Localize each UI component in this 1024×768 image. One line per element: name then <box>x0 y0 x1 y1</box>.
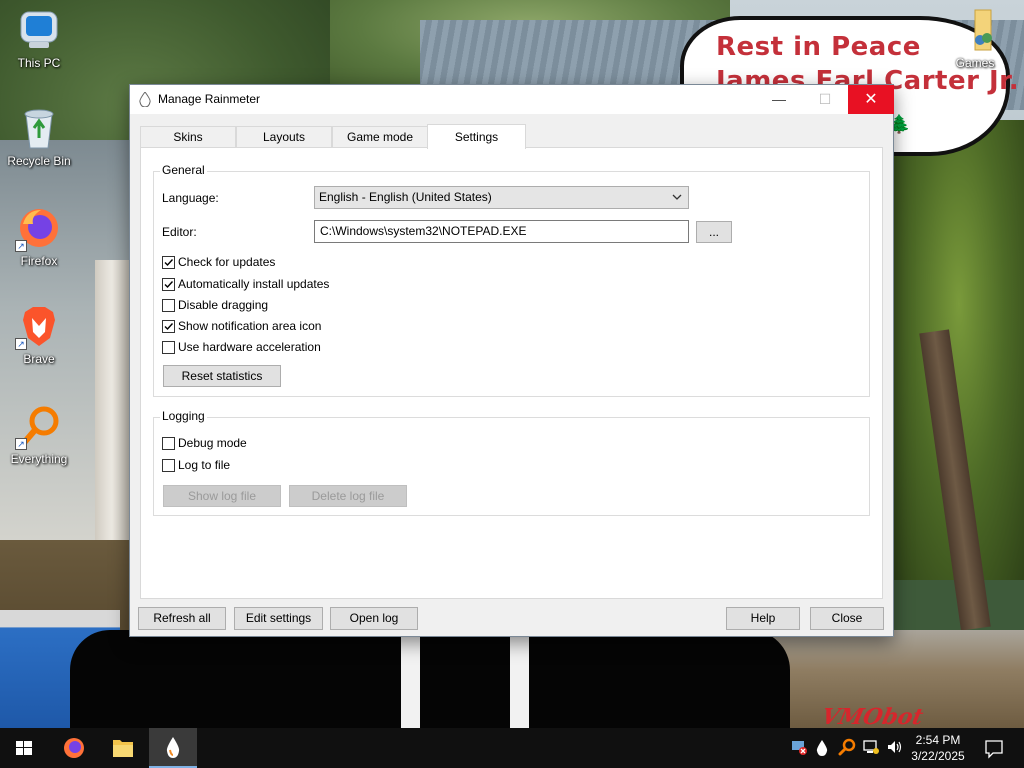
checkbox-box <box>162 278 175 291</box>
games-folder-icon <box>953 8 997 52</box>
title-bar[interactable]: Manage Rainmeter — ☐ ✕ <box>130 85 894 114</box>
desktop-icon-everything[interactable]: ↗ Everything <box>1 404 77 466</box>
hardware-acceleration-checkbox[interactable]: Use hardware acceleration <box>162 339 321 355</box>
watermark-logo: VMObot <box>819 704 926 730</box>
manage-rainmeter-window: Manage Rainmeter — ☐ ✕ Skins Layouts Gam… <box>129 84 894 637</box>
log-to-file-checkbox[interactable]: Log to file <box>162 457 230 473</box>
checkbox-label: Log to file <box>178 458 231 472</box>
language-dropdown[interactable]: English - English (United States) <box>314 186 689 209</box>
rainmeter-tray-icon[interactable] <box>814 739 830 757</box>
language-label: Language: <box>162 191 219 205</box>
rainmeter-drop-icon <box>166 737 180 758</box>
checkbox-box <box>162 256 175 269</box>
language-value: English - English (United States) <box>319 190 492 204</box>
checkbox-label: Automatically install updates <box>178 277 330 291</box>
taskbar: 2:54 PM 3/22/2025 <box>0 728 1024 768</box>
tab-layouts[interactable]: Layouts <box>236 126 332 148</box>
reset-statistics-button[interactable]: Reset statistics <box>163 365 281 387</box>
settings-panel: General Language: English - English (Uni… <box>140 147 883 599</box>
taskbar-file-explorer[interactable] <box>99 728 147 768</box>
computer-icon <box>17 8 61 52</box>
desktop-icon-label: Brave <box>23 352 55 366</box>
chevron-down-icon <box>672 187 682 208</box>
system-tray <box>788 728 902 768</box>
desktop-icon-label: Everything <box>10 452 68 466</box>
editor-path-input[interactable]: C:\Windows\system32\NOTEPAD.EXE <box>314 220 689 243</box>
firefox-icon: ↗ <box>15 206 61 252</box>
checkbox-label: Use hardware acceleration <box>178 340 321 354</box>
checkbox-box <box>162 299 175 312</box>
desktop-icon-label: Firefox <box>20 254 58 268</box>
editor-label: Editor: <box>162 225 197 239</box>
clock-date: 3/22/2025 <box>911 749 965 763</box>
desktop-icon-games[interactable]: Games <box>937 8 1013 70</box>
general-group-title: General <box>160 163 207 177</box>
firefox-icon <box>64 738 84 758</box>
checkbox-box <box>162 459 175 472</box>
bubble-text-line1: Rest in Peace <box>716 32 921 62</box>
open-log-button[interactable]: Open log <box>330 607 418 630</box>
close-button[interactable]: Close <box>810 607 884 630</box>
taskbar-firefox[interactable] <box>50 728 98 768</box>
everything-tray-icon[interactable] <box>838 738 856 756</box>
checkbox-box <box>162 437 175 450</box>
checkbox-box <box>162 320 175 333</box>
close-window-button[interactable]: ✕ <box>848 85 894 114</box>
debug-mode-checkbox[interactable]: Debug mode <box>162 435 247 451</box>
action-center-button[interactable] <box>979 728 1009 768</box>
check-for-updates-checkbox[interactable]: Check for updates <box>162 254 275 270</box>
delete-log-file-button[interactable]: Delete log file <box>289 485 407 507</box>
disable-dragging-checkbox[interactable]: Disable dragging <box>162 297 268 313</box>
start-button[interactable] <box>0 728 48 768</box>
checkbox-label: Check for updates <box>178 255 276 269</box>
desktop-icon-this-pc[interactable]: This PC <box>1 8 77 70</box>
windows-logo-icon <box>16 741 32 755</box>
auto-install-updates-checkbox[interactable]: Automatically install updates <box>162 276 329 292</box>
rainmeter-drop-icon <box>139 91 151 108</box>
tab-settings[interactable]: Settings <box>427 124 526 149</box>
maximize-button[interactable]: ☐ <box>802 85 848 114</box>
show-log-file-button[interactable]: Show log file <box>163 485 281 507</box>
clock-time: 2:54 PM <box>915 733 961 747</box>
desktop-icon-firefox[interactable]: ↗ Firefox <box>1 206 77 268</box>
logging-group-title: Logging <box>160 409 207 423</box>
tab-game-mode[interactable]: Game mode <box>332 126 428 148</box>
network-icon[interactable] <box>862 738 880 756</box>
taskbar-rainmeter[interactable] <box>149 728 197 768</box>
recycle-bin-icon <box>17 106 61 150</box>
desktop-icon-label: Recycle Bin <box>7 154 71 168</box>
checkbox-label: Debug mode <box>178 436 247 450</box>
checkbox-box <box>162 341 175 354</box>
browse-editor-button[interactable]: ... <box>696 221 732 243</box>
taskbar-clock[interactable]: 2:54 PM 3/22/2025 <box>900 732 976 764</box>
checkbox-label: Disable dragging <box>178 298 269 312</box>
network-warning-icon[interactable] <box>790 738 808 756</box>
desktop-icon-brave[interactable]: ↗ Brave <box>1 304 77 366</box>
checkbox-label: Show notification area icon <box>178 319 322 333</box>
desktop-icon-recycle-bin[interactable]: Recycle Bin <box>1 106 77 168</box>
notification-icon <box>985 740 1003 759</box>
minimize-button[interactable]: — <box>756 85 802 114</box>
window-title: Manage Rainmeter <box>158 92 261 106</box>
tab-skins[interactable]: Skins <box>140 126 236 148</box>
brave-icon: ↗ <box>15 304 61 350</box>
folder-icon <box>113 740 133 757</box>
logging-group: Logging Debug mode Log to file Show log … <box>153 409 870 516</box>
refresh-all-button[interactable]: Refresh all <box>138 607 226 630</box>
everything-search-icon: ↗ <box>15 404 61 450</box>
show-notification-icon-checkbox[interactable]: Show notification area icon <box>162 318 321 334</box>
desktop-icon-label: Games <box>955 56 995 70</box>
desktop-icon-label: This PC <box>17 56 61 70</box>
general-group: General Language: English - English (Uni… <box>153 163 870 397</box>
edit-settings-button[interactable]: Edit settings <box>234 607 323 630</box>
help-button[interactable]: Help <box>726 607 800 630</box>
